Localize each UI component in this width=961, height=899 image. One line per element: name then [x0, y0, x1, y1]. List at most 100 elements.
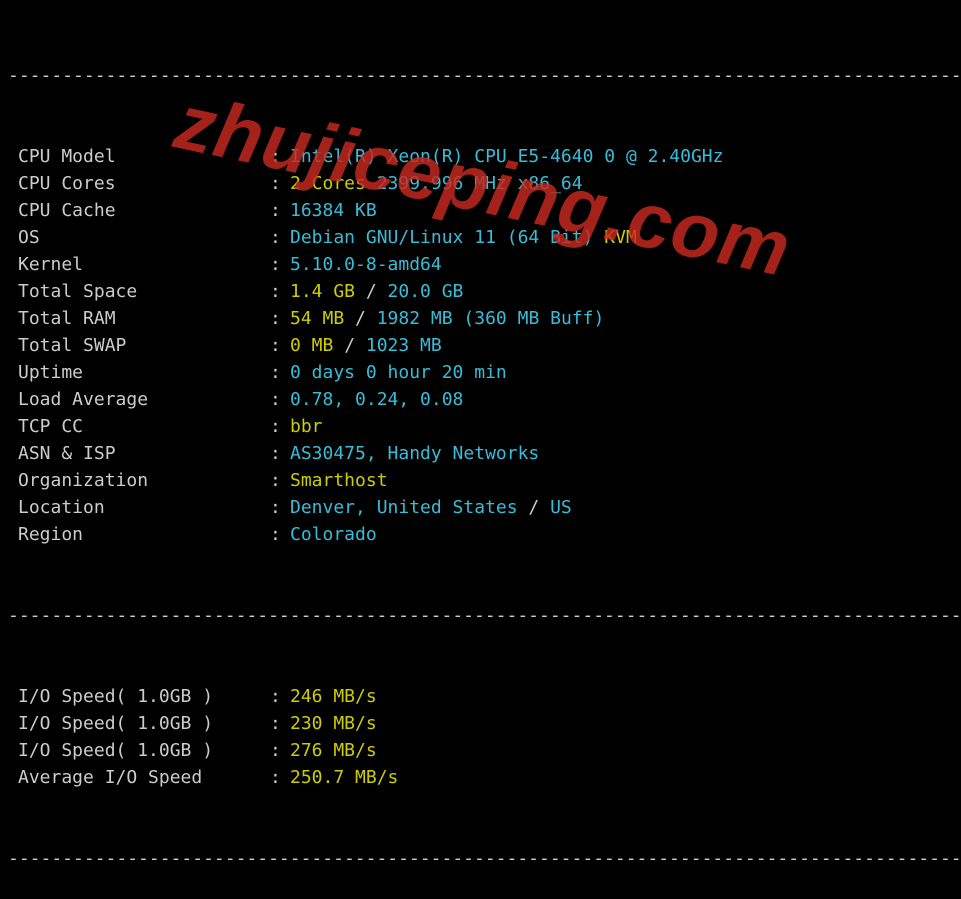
row-value: 54 MB / 1982 MB (360 MB Buff) [290, 305, 961, 332]
info-row: CPU Model: Intel(R) Xeon(R) CPU E5-4640 … [0, 143, 961, 170]
value-segment: 1023 MB [355, 335, 442, 356]
row-colon: : [270, 521, 290, 548]
value-segment: 0 MB [290, 335, 344, 356]
row-value: Debian GNU/Linux 11 (64 Bit) KVM [290, 224, 961, 251]
row-value: 16384 KB [290, 197, 961, 224]
io-label: I/O Speed( 1.0GB ) [0, 683, 270, 710]
row-colon: : [270, 251, 290, 278]
terminal-output: ----------------------------------------… [0, 0, 961, 899]
value-segment: US [550, 497, 572, 518]
row-colon: : [270, 224, 290, 251]
io-value: 250.7 MB/s [290, 764, 961, 791]
row-label: Total Space [0, 278, 270, 305]
value-segment: / [344, 335, 355, 356]
value-segment: 2 Cores [290, 173, 366, 194]
row-colon: : [270, 737, 290, 764]
info-row: OS: Debian GNU/Linux 11 (64 Bit) KVM [0, 224, 961, 251]
row-value: Intel(R) Xeon(R) CPU E5-4640 0 @ 2.40GHz [290, 143, 961, 170]
row-label: CPU Model [0, 143, 270, 170]
row-colon: : [270, 197, 290, 224]
row-label: Location [0, 494, 270, 521]
info-row: Organization: Smarthost [0, 467, 961, 494]
value-segment: 16384 KB [290, 200, 377, 221]
row-label: Uptime [0, 359, 270, 386]
row-colon: : [270, 332, 290, 359]
row-colon: : [270, 764, 290, 791]
io-value: 230 MB/s [290, 710, 961, 737]
io-value: 276 MB/s [290, 737, 961, 764]
row-label: Total SWAP [0, 332, 270, 359]
info-row: TCP CC: bbr [0, 413, 961, 440]
row-colon: : [270, 413, 290, 440]
info-row: ASN & ISP: AS30475, Handy Networks [0, 440, 961, 467]
value-segment: bbr [290, 416, 323, 437]
row-colon: : [270, 305, 290, 332]
info-row: Kernel: 5.10.0-8-amd64 [0, 251, 961, 278]
row-label: CPU Cache [0, 197, 270, 224]
row-label: Load Average [0, 386, 270, 413]
value-segment: 54 MB [290, 308, 355, 329]
value-segment: x86_64 [518, 173, 583, 194]
value-segment: AS30475, Handy Networks [290, 443, 539, 464]
row-colon: : [270, 494, 290, 521]
value-segment: 0 days 0 hour 20 min [290, 362, 507, 383]
info-row: Location: Denver, United States / US [0, 494, 961, 521]
row-value: 1.4 GB / 20.0 GB [290, 278, 961, 305]
info-row: CPU Cache: 16384 KB [0, 197, 961, 224]
row-label: ASN & ISP [0, 440, 270, 467]
row-colon: : [270, 710, 290, 737]
row-value: bbr [290, 413, 961, 440]
row-label: Kernel [0, 251, 270, 278]
io-label: Average I/O Speed [0, 764, 270, 791]
row-label: TCP CC [0, 413, 270, 440]
info-row: Total SWAP: 0 MB / 1023 MB [0, 332, 961, 359]
row-label: Region [0, 521, 270, 548]
row-label: Total RAM [0, 305, 270, 332]
info-row: Region: Colorado [0, 521, 961, 548]
value-segment: / [366, 281, 377, 302]
row-colon: : [270, 278, 290, 305]
value-segment: Colorado [290, 524, 377, 545]
io-row: I/O Speed( 1.0GB ): 230 MB/s [0, 710, 961, 737]
value-segment: Smarthost [290, 470, 388, 491]
value-segment: Denver, United States [290, 497, 518, 518]
info-row: Total RAM: 54 MB / 1982 MB (360 MB Buff) [0, 305, 961, 332]
value-segment: (360 MB Buff) [463, 308, 604, 329]
io-speed-block: I/O Speed( 1.0GB ): 246 MB/sI/O Speed( 1… [0, 683, 961, 791]
row-value: AS30475, Handy Networks [290, 440, 961, 467]
info-row: CPU Cores: 2 Cores 2399.996 MHz x86_64 [0, 170, 961, 197]
io-row: Average I/O Speed: 250.7 MB/s [0, 764, 961, 791]
row-value: Denver, United States / US [290, 494, 961, 521]
row-label: CPU Cores [0, 170, 270, 197]
row-value: Colorado [290, 521, 961, 548]
row-colon: : [270, 683, 290, 710]
value-segment: KVM [604, 227, 637, 248]
value-segment: 1.4 GB [290, 281, 366, 302]
value-segment: 2399.996 MHz [366, 173, 518, 194]
value-segment: / [355, 308, 366, 329]
row-colon: : [270, 467, 290, 494]
row-colon: : [270, 359, 290, 386]
value-segment: 1982 MB [366, 308, 464, 329]
row-label: OS [0, 224, 270, 251]
row-value: 5.10.0-8-amd64 [290, 251, 961, 278]
value-segment: Debian GNU/Linux 11 (64 Bit) [290, 227, 604, 248]
info-row: Load Average: 0.78, 0.24, 0.08 [0, 386, 961, 413]
divider-top: ----------------------------------------… [0, 62, 961, 89]
value-segment: Intel(R) Xeon(R) CPU E5-4640 0 @ 2.40GHz [290, 146, 723, 167]
row-value: 2 Cores 2399.996 MHz x86_64 [290, 170, 961, 197]
io-value: 246 MB/s [290, 683, 961, 710]
value-segment: 0.78, 0.24, 0.08 [290, 389, 463, 410]
info-row: Uptime: 0 days 0 hour 20 min [0, 359, 961, 386]
info-row: Total Space: 1.4 GB / 20.0 GB [0, 278, 961, 305]
row-value: 0.78, 0.24, 0.08 [290, 386, 961, 413]
io-label: I/O Speed( 1.0GB ) [0, 737, 270, 764]
value-segment: 5.10.0-8-amd64 [290, 254, 442, 275]
row-colon: : [270, 143, 290, 170]
row-colon: : [270, 440, 290, 467]
value-segment: 20.0 GB [377, 281, 464, 302]
row-label: Organization [0, 467, 270, 494]
value-segment: / [518, 497, 551, 518]
io-label: I/O Speed( 1.0GB ) [0, 710, 270, 737]
row-value: 0 MB / 1023 MB [290, 332, 961, 359]
